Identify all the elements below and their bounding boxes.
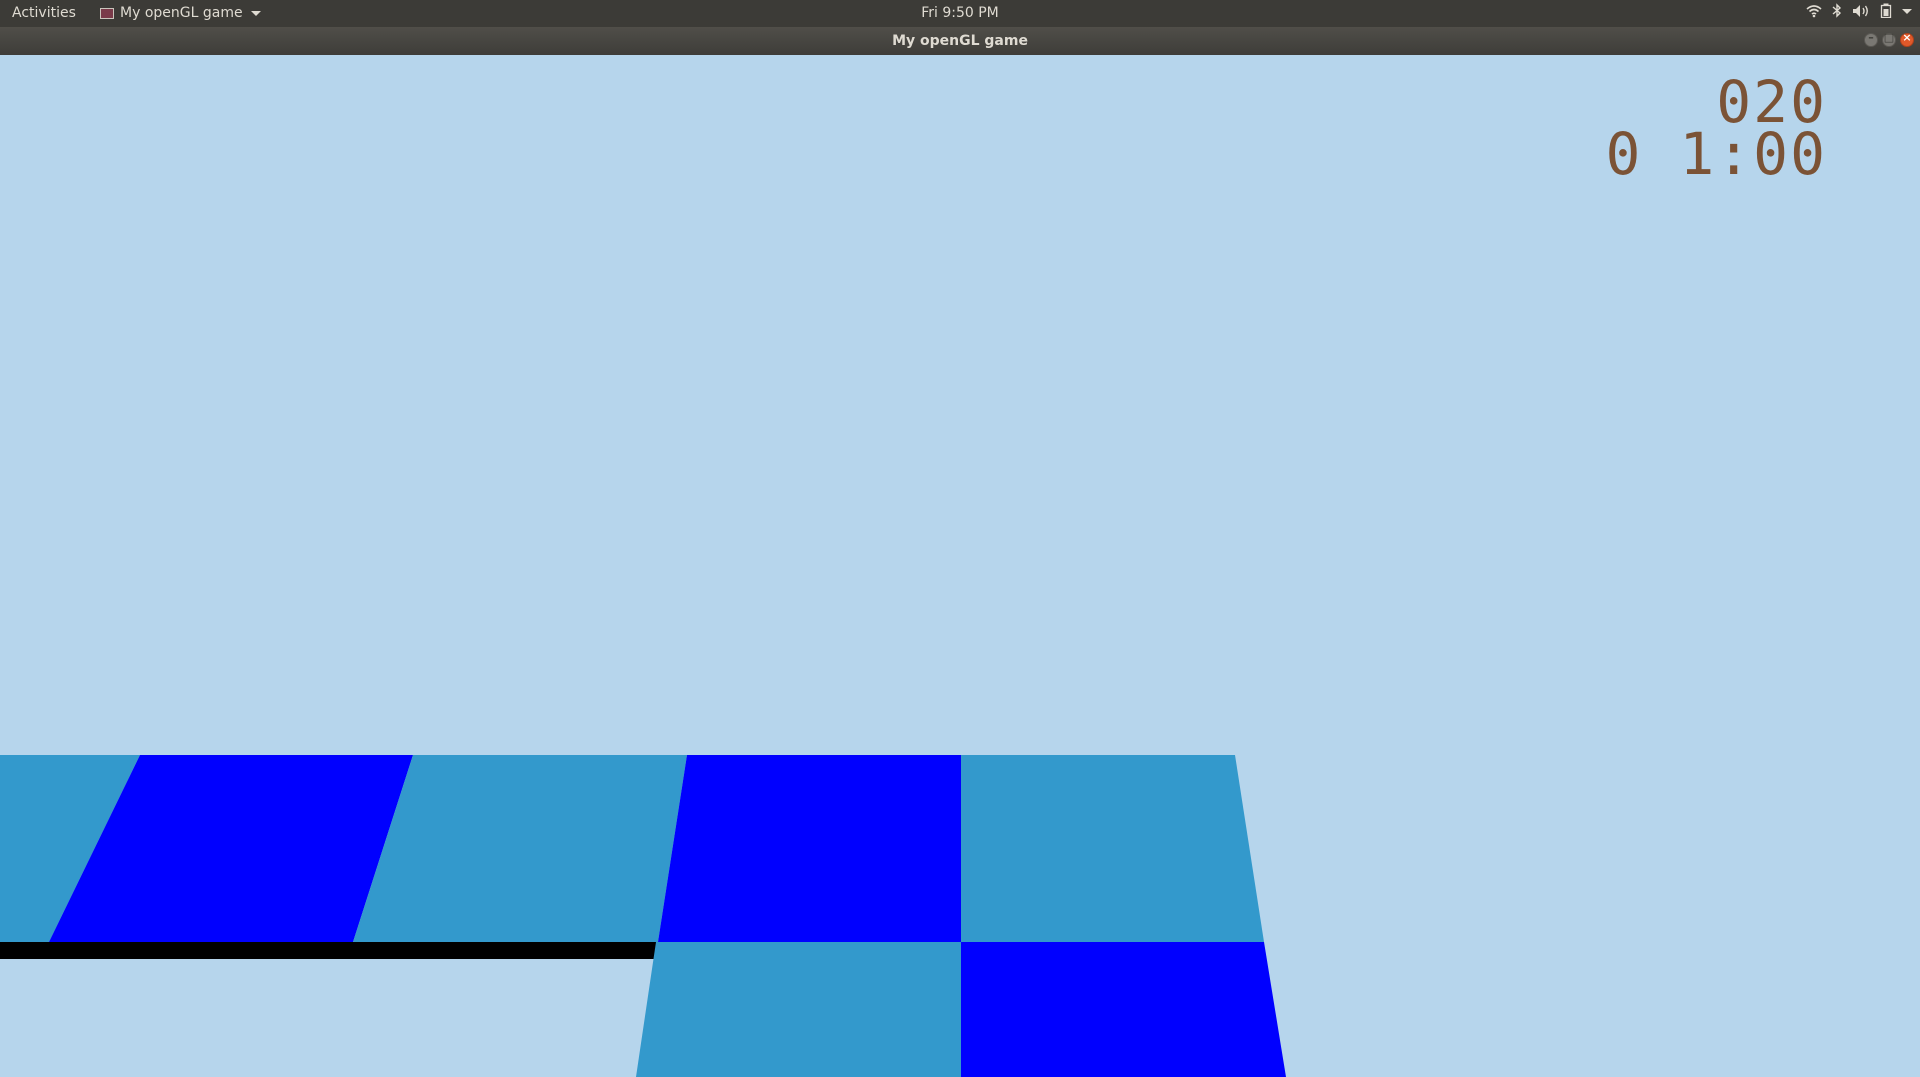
floor-tile	[658, 755, 961, 942]
floor-edge	[0, 942, 658, 959]
maximize-button[interactable]: □	[1882, 31, 1896, 47]
wifi-icon[interactable]	[1806, 4, 1822, 18]
app-icon	[100, 7, 114, 19]
minimize-button[interactable]: –	[1864, 31, 1878, 47]
system-menu-arrow-icon[interactable]	[1902, 4, 1912, 18]
battery-icon[interactable]	[1880, 3, 1892, 18]
game-scene[interactable]	[0, 55, 1920, 1077]
game-viewport[interactable]: 020 0 1:00	[0, 55, 1920, 1077]
activities-button[interactable]: Activities	[12, 5, 76, 21]
close-icon: ×	[1902, 31, 1912, 44]
chevron-down-icon	[250, 10, 261, 16]
maximize-icon: □	[1883, 31, 1895, 44]
close-button[interactable]: ×	[1900, 31, 1914, 47]
window-title: My openGL game	[892, 33, 1028, 49]
clock[interactable]: Fri 9:50 PM	[921, 5, 999, 21]
volume-icon[interactable]	[1852, 4, 1870, 18]
timer-display: 0 1:00	[1605, 120, 1827, 188]
bluetooth-icon[interactable]	[1832, 3, 1842, 18]
app-menu-label: My openGL game	[120, 5, 243, 21]
window-title-bar[interactable]: My openGL game – □ ×	[0, 27, 1920, 56]
floor-tile	[961, 942, 1286, 1077]
floor-tile	[961, 755, 1264, 942]
system-tray[interactable]	[1806, 3, 1912, 18]
floor-tile	[636, 942, 961, 1077]
app-menu[interactable]: My openGL game	[100, 5, 261, 21]
top-bar: Activities My openGL game Fri 9:50 PM	[0, 0, 1920, 27]
hud: 020 0 1:00	[1605, 73, 1827, 183]
minimize-icon: –	[1868, 31, 1874, 44]
